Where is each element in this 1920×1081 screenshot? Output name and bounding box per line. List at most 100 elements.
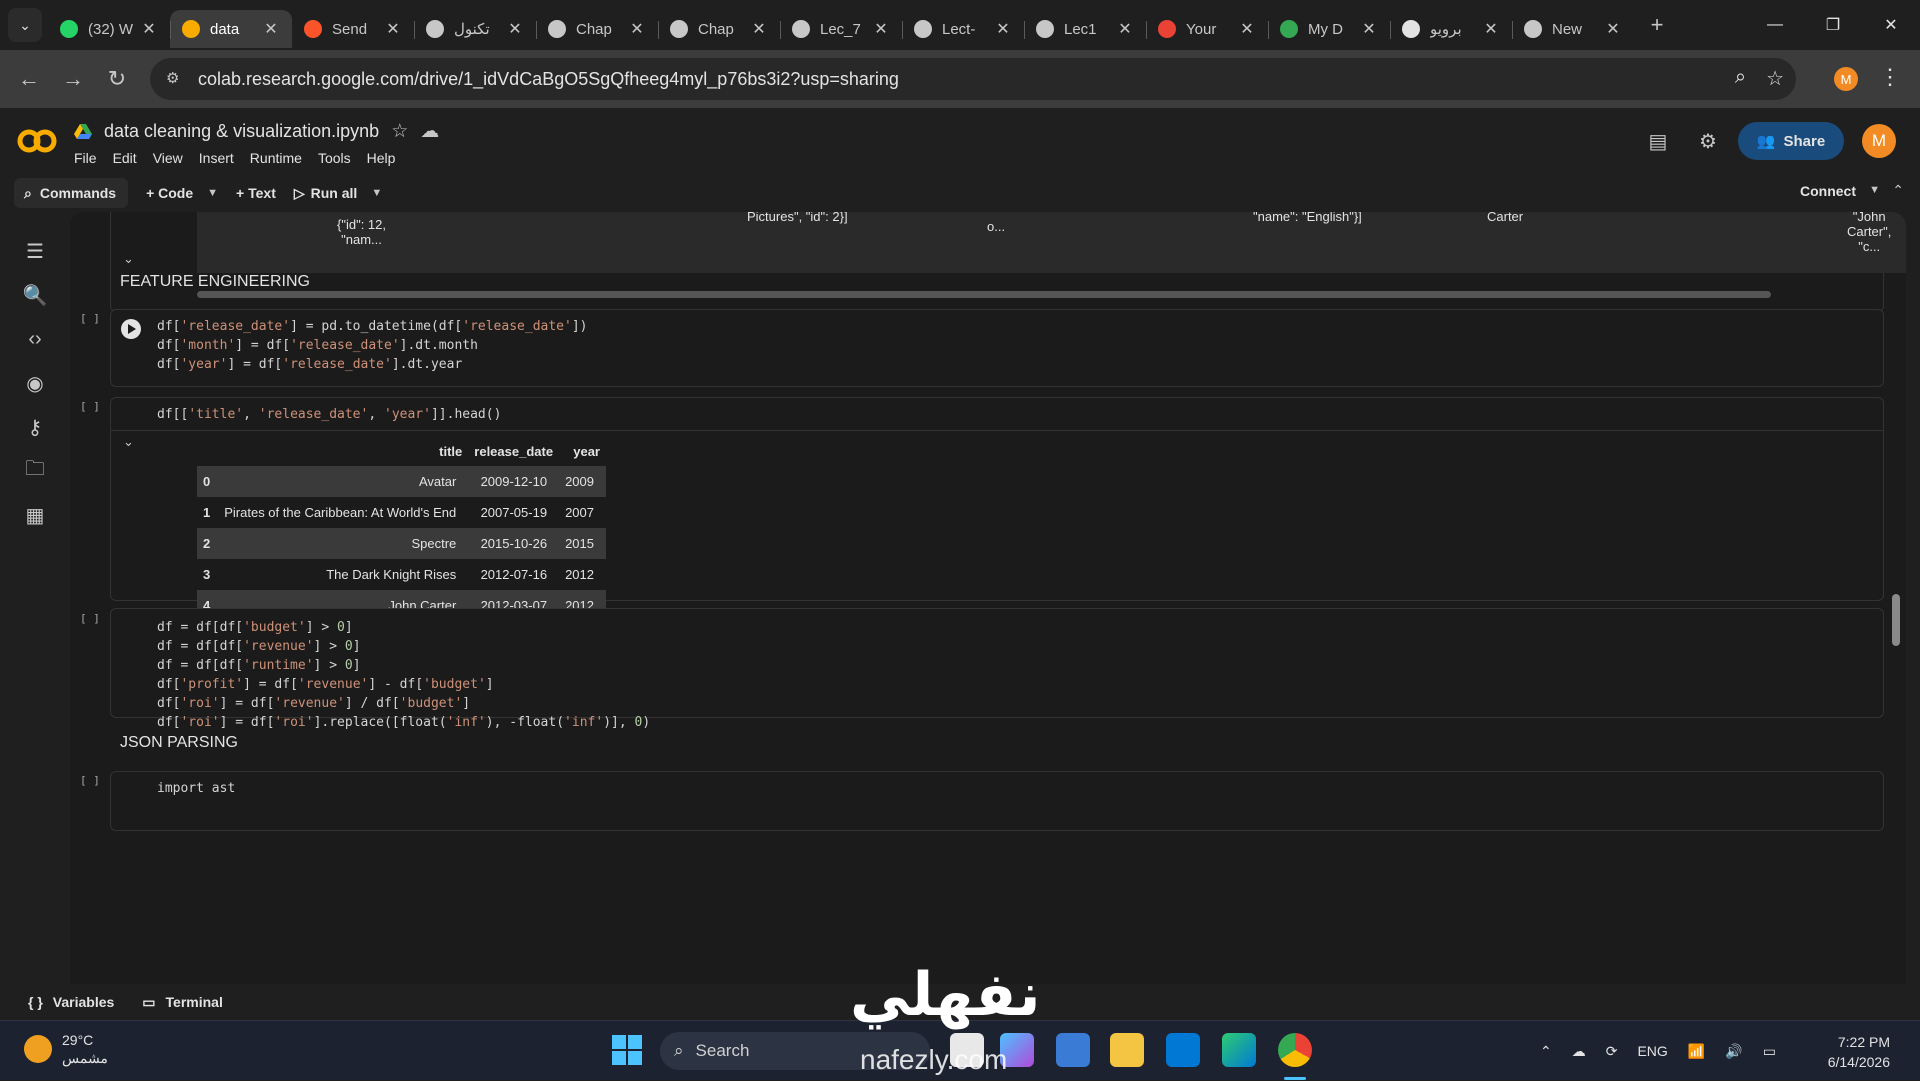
- sync-icon[interactable]: ⟳: [1606, 1043, 1618, 1060]
- taskbar-clock[interactable]: 7:22 PM 6/14/2026: [1828, 1032, 1890, 1072]
- browser-tab[interactable]: Send ✕: [292, 10, 414, 48]
- edge-browser-icon[interactable]: [1222, 1033, 1256, 1067]
- code-snippets-icon[interactable]: ‹›: [20, 324, 50, 354]
- close-tab-icon[interactable]: ✕: [750, 19, 768, 39]
- settings-gear-icon[interactable]: ⚙: [1688, 122, 1728, 160]
- browser-tab[interactable]: Lect- ✕: [902, 10, 1024, 48]
- browser-tab[interactable]: Lec_7 ✕: [780, 10, 902, 48]
- variables-button[interactable]: { } Variables: [28, 994, 114, 1010]
- back-icon[interactable]: ←: [8, 58, 50, 100]
- horizontal-scrollbar[interactable]: [197, 291, 1906, 299]
- code-editor[interactable]: df[['title', 'release_date', 'year']].he…: [157, 405, 501, 424]
- google-drive-icon[interactable]: [74, 123, 92, 140]
- close-tab-icon[interactable]: ✕: [506, 19, 524, 39]
- menu-insert[interactable]: Insert: [199, 150, 234, 166]
- close-tab-icon[interactable]: ✕: [1482, 19, 1500, 39]
- connect-dropdown-icon[interactable]: ▼: [1869, 184, 1880, 196]
- browser-tab[interactable]: Chap ✕: [536, 10, 658, 48]
- reload-icon[interactable]: ↻: [96, 58, 138, 100]
- onedrive-cloud-icon[interactable]: ☁: [1572, 1043, 1586, 1060]
- close-tab-icon[interactable]: ✕: [1116, 19, 1134, 39]
- minimize-icon[interactable]: —: [1746, 0, 1804, 50]
- colab-logo-icon[interactable]: [16, 128, 58, 154]
- zoom-icon[interactable]: ⌕: [1735, 66, 1746, 91]
- windows-start-icon[interactable]: [612, 1035, 642, 1065]
- run-all-button[interactable]: ▷ Run all: [294, 185, 357, 202]
- weather-widget[interactable]: 29°C مشمس: [24, 1031, 108, 1067]
- menu-help[interactable]: Help: [367, 150, 396, 166]
- close-tab-icon[interactable]: ✕: [872, 19, 890, 39]
- new-tab-button[interactable]: +: [1642, 10, 1672, 40]
- cloud-save-icon[interactable]: ☁: [420, 120, 439, 143]
- output-collapse-chevron-icon[interactable]: ⌄: [123, 251, 134, 267]
- files-folder-icon[interactable]: 🗀: [20, 456, 50, 486]
- close-tab-icon[interactable]: ✕: [140, 19, 158, 39]
- close-window-icon[interactable]: ✕: [1862, 0, 1920, 50]
- code-cell-import-ast[interactable]: import ast: [110, 771, 1884, 831]
- restore-icon[interactable]: ❐: [1804, 0, 1862, 50]
- browser-tab[interactable]: برويو ✕: [1390, 10, 1512, 48]
- star-icon[interactable]: ☆: [391, 120, 408, 143]
- browser-tab[interactable]: New ✕: [1512, 10, 1634, 48]
- data-table-icon[interactable]: ▦: [20, 500, 50, 530]
- show-hidden-icons-chevron-icon[interactable]: ⌃: [1540, 1043, 1552, 1060]
- browser-tab[interactable]: (32) W ✕: [48, 10, 170, 48]
- site-info-icon[interactable]: ⚙: [166, 69, 186, 89]
- add-code-button[interactable]: + Code: [146, 185, 193, 201]
- wifi-icon[interactable]: 📶: [1688, 1043, 1705, 1060]
- browser-tab[interactable]: Lec1 ✕: [1024, 10, 1146, 48]
- code-cell-filter-roi[interactable]: df = df[df['budget'] > 0] df = df[df['re…: [110, 608, 1884, 730]
- vertical-scroll-thumb[interactable]: [1892, 594, 1900, 646]
- run-cell-button[interactable]: [121, 319, 141, 339]
- browser-tab[interactable]: My D ✕: [1268, 10, 1390, 48]
- address-bar[interactable]: ⚙ colab.research.google.com/drive/1_idVd…: [150, 58, 1796, 100]
- browser-menu-icon[interactable]: ⋮: [1878, 64, 1902, 94]
- secrets-eye-icon[interactable]: ◉: [20, 368, 50, 398]
- menu-tools[interactable]: Tools: [318, 150, 351, 166]
- browser-tab[interactable]: Chap ✕: [658, 10, 780, 48]
- terminal-button[interactable]: ▭ Terminal: [142, 994, 223, 1011]
- share-button[interactable]: 👥 Share: [1738, 122, 1844, 160]
- user-avatar[interactable]: M: [1862, 124, 1896, 158]
- chrome-browser-icon[interactable]: [1278, 1033, 1312, 1067]
- close-tab-icon[interactable]: ✕: [1238, 19, 1256, 39]
- commands-button[interactable]: ⌕ Commands: [14, 178, 129, 208]
- code-editor[interactable]: df = df[df['budget'] > 0] df = df[df['re…: [157, 618, 650, 732]
- output-collapse-chevron-icon[interactable]: ⌄: [123, 434, 134, 450]
- tab-search-dropdown-icon[interactable]: ⌄: [8, 8, 42, 42]
- close-tab-icon[interactable]: ✕: [262, 19, 280, 39]
- collapse-header-icon[interactable]: ⌃: [1892, 182, 1904, 199]
- key-icon[interactable]: ⚷: [20, 412, 50, 442]
- close-tab-icon[interactable]: ✕: [628, 19, 646, 39]
- run-all-dropdown-icon[interactable]: ▼: [371, 187, 382, 199]
- browser-profile-avatar[interactable]: M: [1834, 67, 1858, 91]
- browser-tab[interactable]: Your ✕: [1146, 10, 1268, 48]
- language-indicator[interactable]: ENG: [1637, 1043, 1667, 1059]
- find-replace-icon[interactable]: 🔍: [20, 280, 50, 310]
- browser-tab[interactable]: تكنول ✕: [414, 10, 536, 48]
- code-dropdown-icon[interactable]: ▼: [207, 187, 218, 199]
- menu-edit[interactable]: Edit: [113, 150, 137, 166]
- close-tab-icon[interactable]: ✕: [994, 19, 1012, 39]
- bookmark-star-icon[interactable]: ☆: [1766, 66, 1784, 91]
- menu-view[interactable]: View: [153, 150, 183, 166]
- code-cell-head[interactable]: df[['title', 'release_date', 'year']].he…: [110, 397, 1884, 621]
- word-app-icon[interactable]: [1166, 1033, 1200, 1067]
- notebook-title[interactable]: data cleaning & visualization.ipynb: [104, 121, 379, 142]
- file-explorer-icon[interactable]: [1110, 1033, 1144, 1067]
- connect-button[interactable]: Connect: [1800, 183, 1856, 199]
- code-editor[interactable]: df['release_date'] = pd.to_datetime(df['…: [157, 317, 587, 374]
- close-tab-icon[interactable]: ✕: [1360, 19, 1378, 39]
- code-editor[interactable]: import ast: [157, 779, 235, 798]
- menu-runtime[interactable]: Runtime: [250, 150, 302, 166]
- horizontal-scroll-thumb[interactable]: [197, 291, 1771, 298]
- menu-file[interactable]: File: [74, 150, 97, 166]
- volume-icon[interactable]: 🔊: [1725, 1043, 1742, 1060]
- code-cell-datetime[interactable]: df['release_date'] = pd.to_datetime(df['…: [110, 309, 1884, 387]
- browser-tab[interactable]: data ✕: [170, 10, 292, 48]
- close-tab-icon[interactable]: ✕: [384, 19, 402, 39]
- add-text-button[interactable]: + Text: [236, 185, 276, 201]
- forward-icon[interactable]: →: [52, 58, 94, 100]
- comments-icon[interactable]: ▤: [1638, 122, 1678, 160]
- close-tab-icon[interactable]: ✕: [1604, 19, 1622, 39]
